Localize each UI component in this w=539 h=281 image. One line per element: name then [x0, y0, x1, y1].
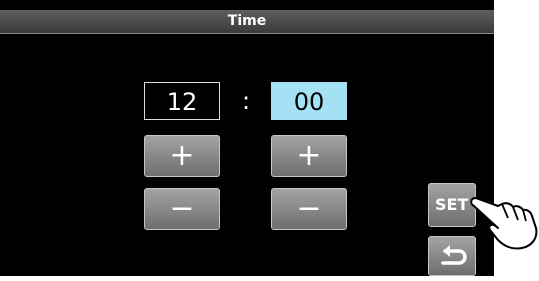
title-bar: Time [0, 10, 494, 34]
pointing-hand-icon [470, 197, 538, 250]
hour-field[interactable]: 12 [144, 82, 220, 120]
hour-increment-button[interactable]: + [144, 135, 220, 177]
hour-decrement-button[interactable]: − [144, 188, 220, 230]
time-screen: Time 12 : 00 + + − − [0, 0, 494, 276]
minute-increment-button[interactable]: + [271, 135, 347, 177]
time-separator: : [241, 87, 251, 115]
minute-field[interactable]: 00 [271, 82, 347, 120]
minute-decrement-button[interactable]: − [271, 188, 347, 230]
